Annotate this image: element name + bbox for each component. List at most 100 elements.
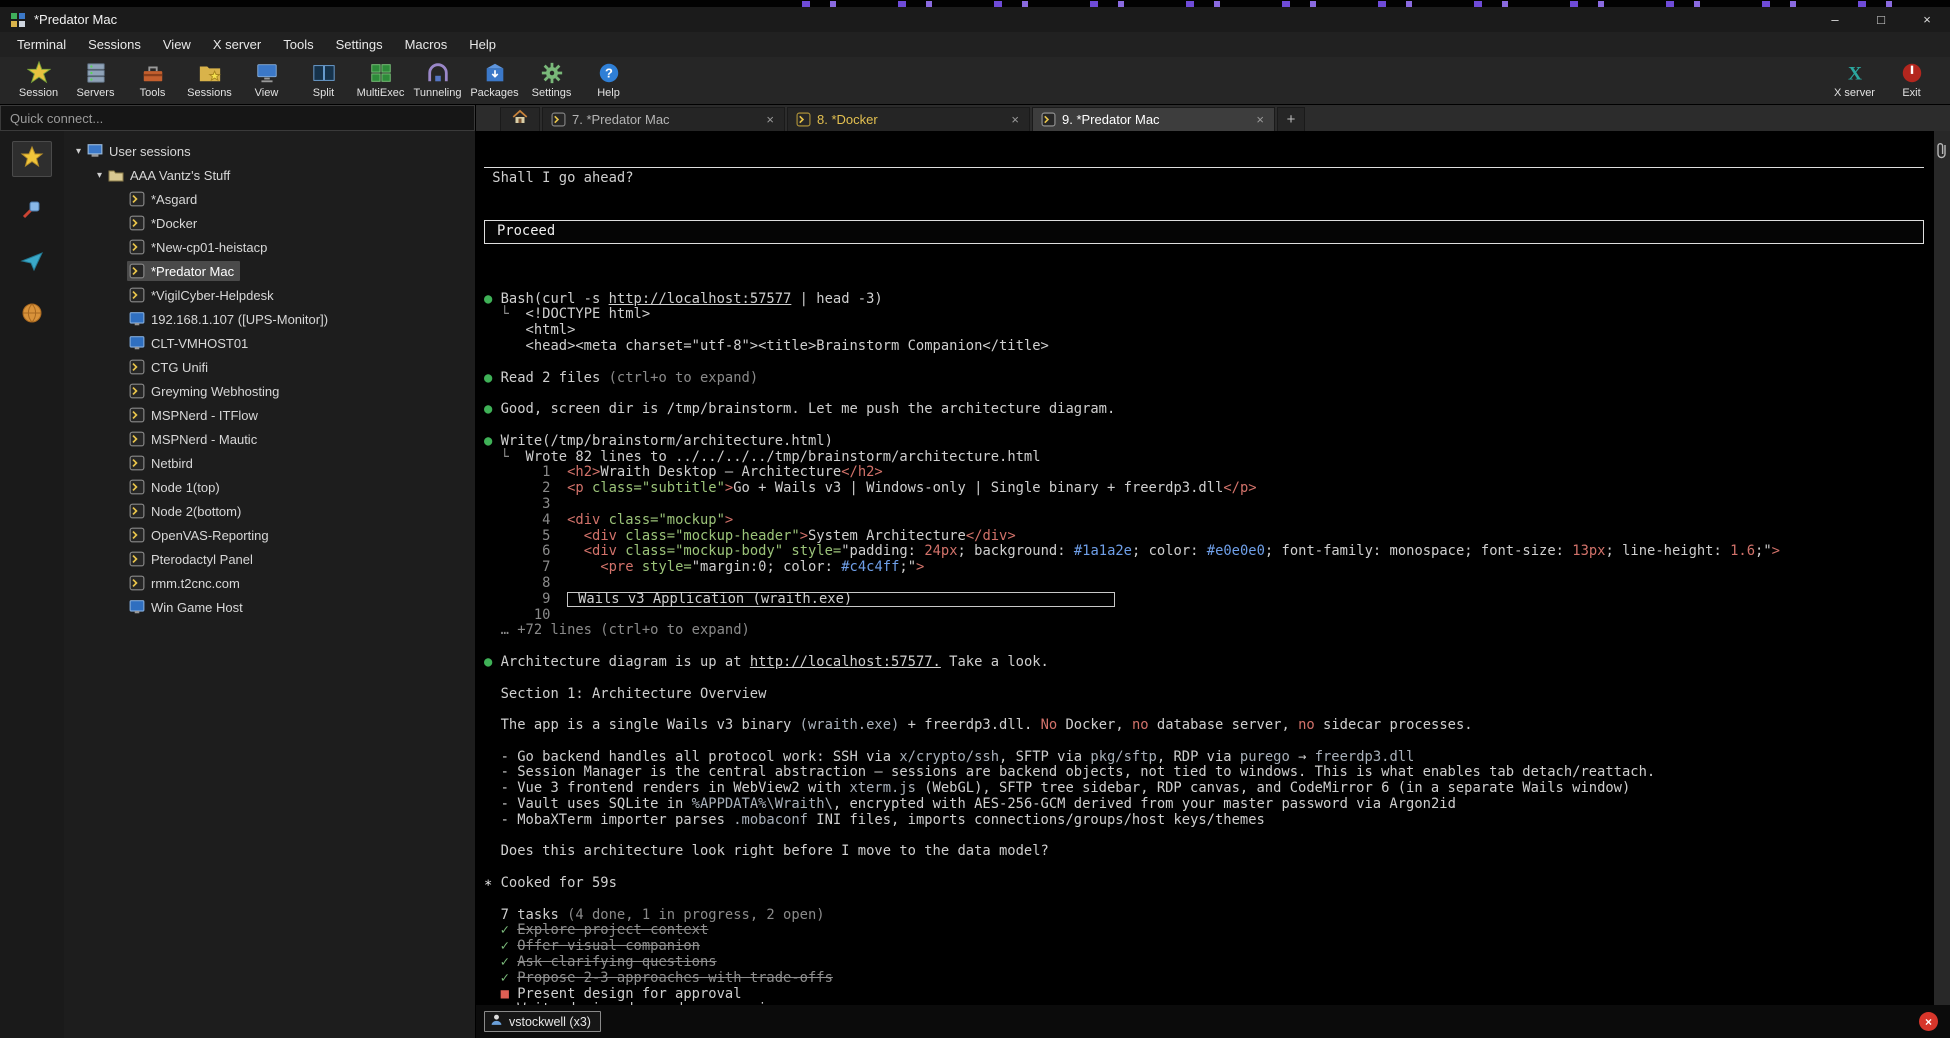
- tree-item-label: User sessions: [109, 144, 191, 159]
- tree-item[interactable]: Node 1(top): [64, 475, 475, 499]
- tree-item[interactable]: Greyming Webhosting: [64, 379, 475, 403]
- terminal-line: [484, 276, 1924, 292]
- tree-item[interactable]: CLT-VMHOST01: [64, 331, 475, 355]
- main-area: ▾User sessions▾AAA Vantz's Stuff*Asgard*…: [0, 105, 1950, 1038]
- tree-item[interactable]: *New-cp01-heistacp: [64, 235, 475, 259]
- toolbar-xserver-button[interactable]: X X server: [1826, 59, 1883, 99]
- menu-help[interactable]: Help: [458, 34, 507, 55]
- terminal-icon: [129, 359, 145, 375]
- tree-item[interactable]: Node 2(bottom): [64, 499, 475, 523]
- toolbar-label: Servers: [77, 87, 115, 99]
- close-button[interactable]: ×: [1904, 7, 1950, 32]
- toolbar-split-button[interactable]: Split: [295, 59, 352, 99]
- toolbar-view-button[interactable]: View: [238, 59, 295, 99]
- url-link[interactable]: http://localhost:57577: [609, 291, 792, 307]
- tree-item[interactable]: Pterodactyl Panel: [64, 547, 475, 571]
- svg-text:?: ?: [605, 66, 613, 81]
- url-link[interactable]: http://localhost:57577.: [750, 654, 941, 670]
- toolbar-label: Exit: [1902, 87, 1920, 99]
- monitor-icon: [254, 60, 280, 86]
- tree-item[interactable]: MSPNerd - ITFlow: [64, 403, 475, 427]
- session-user-button[interactable]: vstockwell (x3): [484, 1011, 601, 1032]
- home-tab[interactable]: [500, 107, 540, 131]
- tree-item[interactable]: *Docker: [64, 211, 475, 235]
- rail-profile-tab[interactable]: [12, 297, 52, 333]
- menu-tools[interactable]: Tools: [272, 34, 324, 55]
- tab-close-icon[interactable]: ×: [1009, 112, 1021, 127]
- menu-sessions[interactable]: Sessions: [77, 34, 152, 55]
- toolbar-sessions-button[interactable]: Sessions: [181, 59, 238, 99]
- expand-arrow-icon[interactable]: ▾: [93, 170, 106, 181]
- toolbar-exit-button[interactable]: Exit: [1883, 59, 1940, 99]
- menu-view[interactable]: View: [152, 34, 202, 55]
- xserver-icon: X: [1842, 60, 1868, 86]
- paperclip-icon[interactable]: [1936, 141, 1948, 166]
- folder-icon: [108, 167, 124, 183]
- new-tab-button[interactable]: +: [1277, 107, 1305, 131]
- menu-macros[interactable]: Macros: [394, 34, 459, 55]
- tree-item-label: *Asgard: [151, 192, 197, 207]
- rail-sessions-tab[interactable]: [12, 141, 52, 177]
- app-logo-icon: [10, 12, 26, 28]
- tab-7-predator-mac[interactable]: 7. *Predator Mac ×: [542, 107, 785, 131]
- terminal-icon: [129, 503, 145, 519]
- toolbar-tunneling-button[interactable]: Tunneling: [409, 59, 466, 99]
- toolbar-multiexec-button[interactable]: MultiExec: [352, 59, 409, 99]
- toolbar-label: Packages: [470, 87, 518, 99]
- right-rail[interactable]: [1934, 131, 1950, 1005]
- terminal-output: ● Bash(curl -s http://localhost:57577 | …: [484, 276, 1924, 1005]
- toolbar-tools-button[interactable]: Tools: [124, 59, 181, 99]
- menu-xserver[interactable]: X server: [202, 34, 272, 55]
- toolbar-servers-button[interactable]: Servers: [67, 59, 124, 99]
- tree-item[interactable]: Netbird: [64, 451, 475, 475]
- toolbar-session-button[interactable]: Session: [10, 59, 67, 99]
- toolbar-help-button[interactable]: ? Help: [580, 59, 637, 99]
- toolbar-packages-button[interactable]: Packages: [466, 59, 523, 99]
- quick-connect-input[interactable]: [0, 105, 475, 131]
- window-title: *Predator Mac: [34, 12, 117, 27]
- tree-item[interactable]: rmm.t2cnc.com: [64, 571, 475, 595]
- tab-8-docker[interactable]: 8. *Docker ×: [787, 107, 1030, 131]
- tree-item[interactable]: CTG Unifi: [64, 355, 475, 379]
- tree-item[interactable]: *VigilCyber-Helpdesk: [64, 283, 475, 307]
- background-window-sliver: [0, 0, 1950, 7]
- close-session-button[interactable]: ×: [1919, 1012, 1938, 1031]
- tree-item[interactable]: *Predator Mac: [64, 259, 475, 283]
- tree-item[interactable]: ▾ User sessions: [64, 139, 475, 163]
- minimize-button[interactable]: –: [1812, 7, 1858, 32]
- terminal-icon: [129, 215, 145, 231]
- tab-9-predator-mac[interactable]: 9. *Predator Mac ×: [1032, 107, 1275, 131]
- terminal-line: - Vault uses SQLite in %APPDATA%\Wraith\…: [484, 797, 1924, 813]
- terminal[interactable]: Shall I go ahead? Proceed ● Bash(curl -s…: [476, 131, 1934, 1005]
- help-icon: ?: [596, 60, 622, 86]
- rail-tools-tab[interactable]: [12, 193, 52, 229]
- tree-item-label: MSPNerd - Mautic: [151, 432, 257, 447]
- terminal-icon: [129, 191, 145, 207]
- rail-macros-tab[interactable]: [12, 245, 52, 281]
- tree-item-label: CLT-VMHOST01: [151, 336, 248, 351]
- terminal-line: └ Wrote 82 lines to ../../../../tmp/brai…: [484, 450, 1924, 466]
- tree-item[interactable]: MSPNerd - Mautic: [64, 427, 475, 451]
- tree-item[interactable]: ▾AAA Vantz's Stuff: [64, 163, 475, 187]
- tree-item[interactable]: 192.168.1.107 ([UPS-Monitor]): [64, 307, 475, 331]
- terminal-line: [484, 702, 1924, 718]
- proceed-button[interactable]: Proceed: [484, 220, 1924, 244]
- terminal-icon: [129, 431, 145, 447]
- tab-close-icon[interactable]: ×: [1254, 112, 1266, 127]
- tree-item-label: *New-cp01-heistacp: [151, 240, 267, 255]
- menu-terminal[interactable]: Terminal: [6, 34, 77, 55]
- terminal-line: ✓ Ask clarifying questions: [484, 955, 1924, 971]
- tree-item[interactable]: Win Game Host: [64, 595, 475, 619]
- maximize-button[interactable]: □: [1858, 7, 1904, 32]
- tree-item[interactable]: OpenVAS-Reporting: [64, 523, 475, 547]
- ascii-box: Wails v3 Application (wraith.exe): [567, 592, 1115, 607]
- menu-settings[interactable]: Settings: [325, 34, 394, 55]
- expand-arrow-icon[interactable]: ▾: [72, 146, 85, 157]
- tab-close-icon[interactable]: ×: [764, 112, 776, 127]
- terminal-line: [484, 639, 1924, 655]
- home-icon: [511, 108, 529, 131]
- tree-item[interactable]: *Asgard: [64, 187, 475, 211]
- terminal-line: 2 <p class="subtitle">Go + Wails v3 | Wi…: [484, 481, 1924, 497]
- tab-label: 9. *Predator Mac: [1062, 112, 1248, 127]
- toolbar-settings-button[interactable]: Settings: [523, 59, 580, 99]
